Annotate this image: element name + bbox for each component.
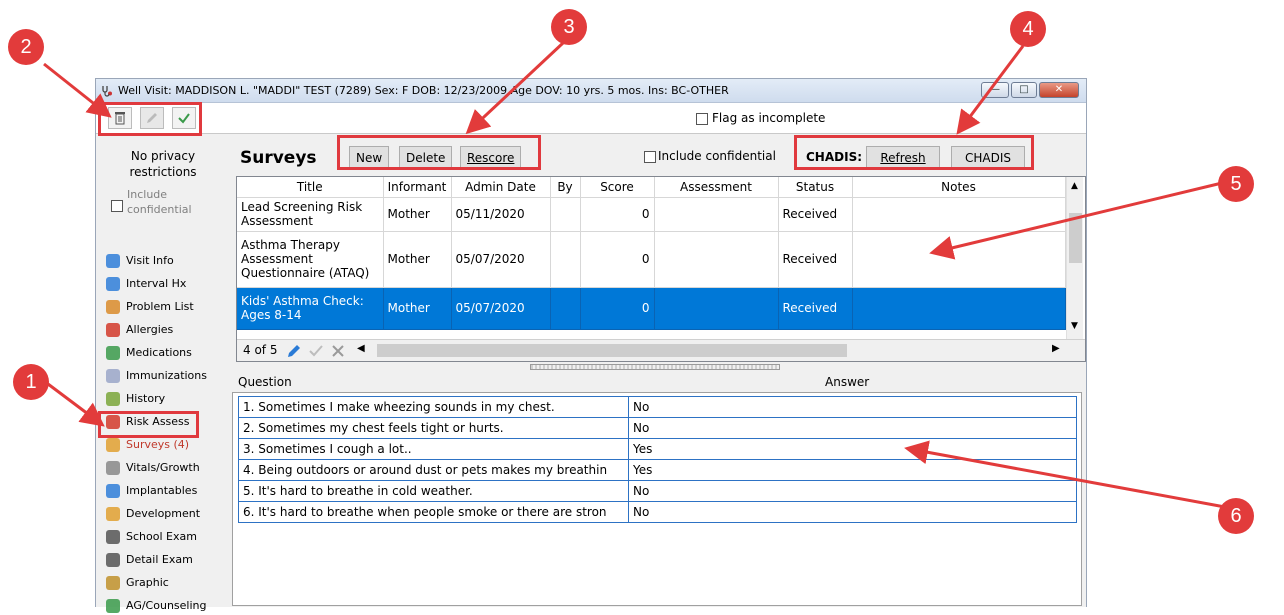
arrow-6 (904, 440, 1226, 509)
annotation-badge-4: 4 (1010, 11, 1046, 47)
arrow-2 (43, 62, 112, 118)
annotation-badge-1: 1 (13, 364, 49, 400)
annotation-badge-2: 2 (8, 29, 44, 65)
annotation-badge-5: 5 (1218, 166, 1254, 202)
arrow-3 (465, 41, 565, 135)
arrow-4 (956, 45, 1025, 135)
annotation-badge-6: 6 (1218, 498, 1254, 534)
arrow-5 (929, 181, 1223, 260)
annotation-arrows (43, 41, 1226, 509)
annotation-badge-3: 3 (551, 9, 587, 45)
arrow-1 (47, 382, 105, 427)
